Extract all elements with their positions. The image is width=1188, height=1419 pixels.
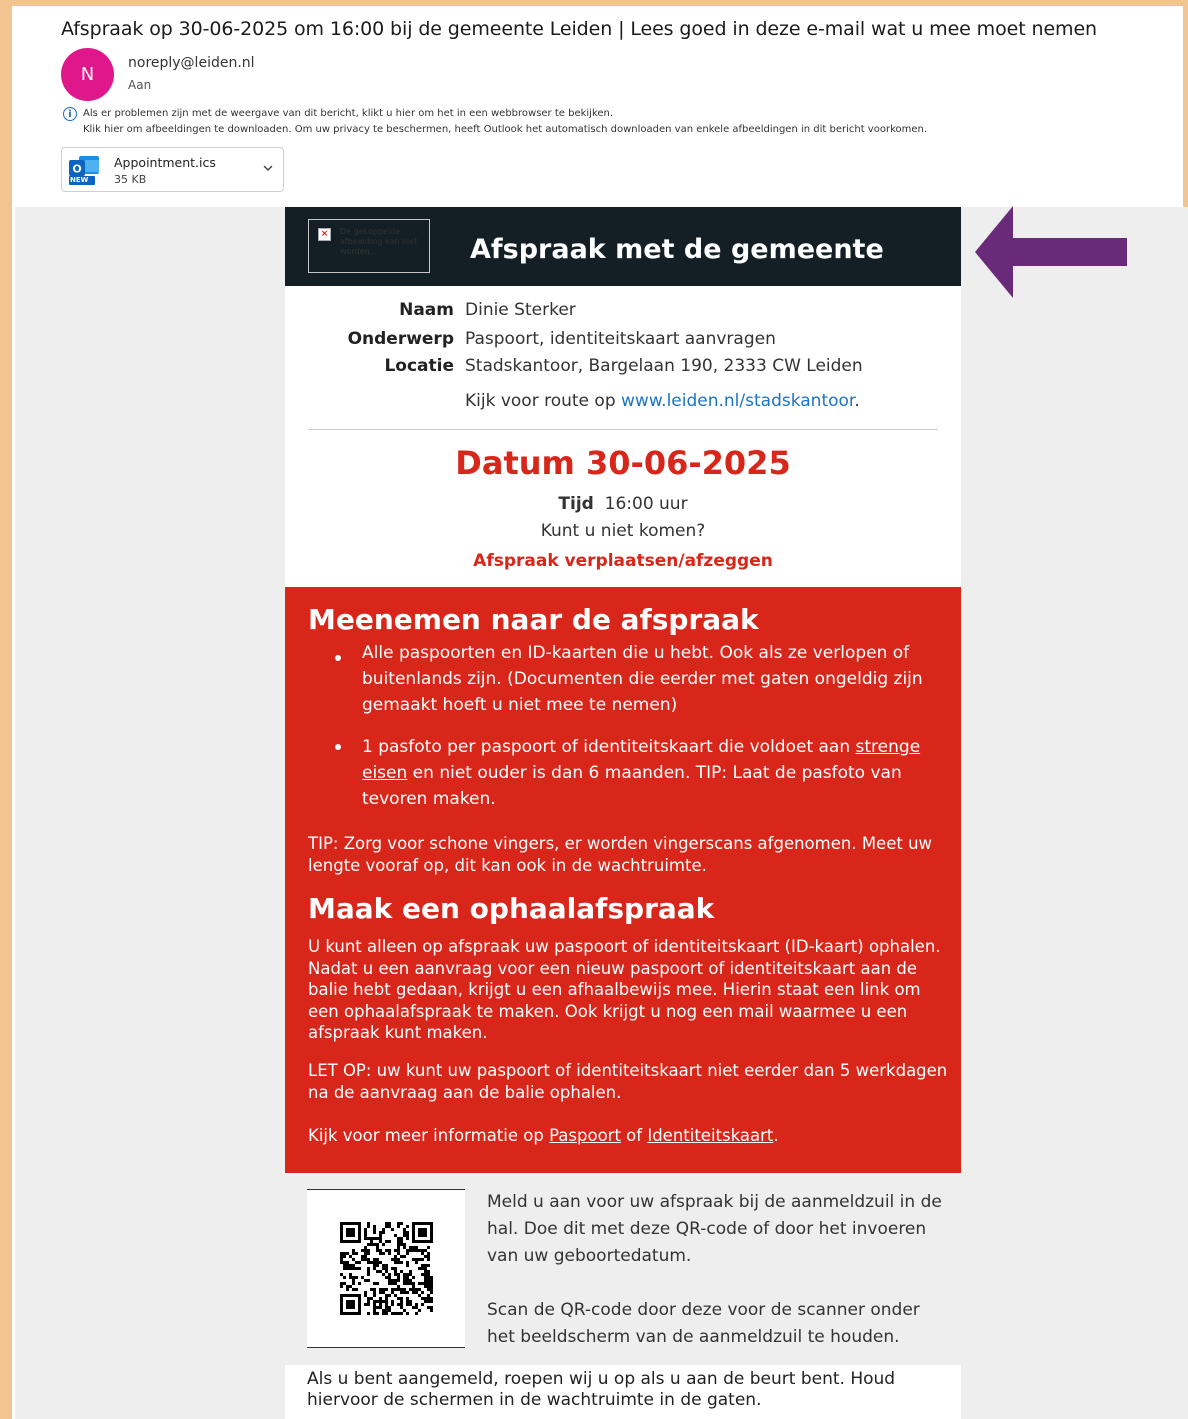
route-link[interactable]: www.leiden.nl/stadskantoor: [621, 391, 854, 411]
email-subject: Afspraak op 30-06-2025 om 16:00 bij de g…: [61, 18, 1097, 40]
paspoort-link[interactable]: Paspoort: [549, 1126, 621, 1145]
meenemen-heading: Meenemen naar de afspraak: [308, 603, 759, 636]
checkin-instructions: Meld u aan voor uw afspraak bij de aanme…: [487, 1192, 942, 1266]
bullet2-prefix: 1 pasfoto per paspoort of identiteitskaa…: [362, 737, 856, 757]
cannot-come-text: Kunt u niet komen?: [540, 521, 706, 541]
onderwerp-label: Onderwerp: [347, 329, 454, 349]
meer-info-paragraph: Kijk voor meer informatie op Paspoort of…: [308, 1125, 948, 1147]
broken-image-icon: ×: [318, 228, 331, 241]
attachment-size: 35 KB: [114, 173, 147, 186]
identiteitskaart-link[interactable]: Identiteitskaart: [647, 1126, 773, 1145]
bullet-dot: [335, 744, 341, 750]
naam-label: Naam: [399, 300, 454, 320]
route-suffix: .: [854, 391, 860, 411]
webbrowser-notice-link[interactable]: Als er problemen zijn met de weergave va…: [83, 108, 613, 119]
bullet-dot: [335, 655, 341, 661]
info-prefix: Kijk voor meer informatie op: [308, 1126, 550, 1145]
info-mid: of: [620, 1126, 648, 1145]
locatie-label: Locatie: [384, 356, 454, 376]
header-title: Afspraak met de gemeente: [470, 234, 884, 265]
new-badge: NEW: [70, 176, 89, 184]
qr-code-box: [307, 1189, 465, 1348]
frame-top-border: [0, 0, 1188, 6]
let-op-paragraph: LET OP: uw kunt uw paspoort of identitei…: [308, 1061, 948, 1102]
instructions-section: Meenemen naar de afspraak Alle paspoorte…: [285, 587, 961, 1173]
scan-instructions: Scan de QR-code door deze voor de scanne…: [487, 1300, 920, 1347]
route-prefix: Kijk voor route op: [465, 391, 622, 411]
route-line: Kijk voor route op www.leiden.nl/stadska…: [465, 391, 860, 411]
qr-code-icon: [340, 1222, 433, 1315]
frame-left-border: [0, 0, 12, 1419]
avatar[interactable]: N: [61, 48, 114, 101]
chevron-down-icon[interactable]: [262, 162, 274, 174]
to-label: Aan: [128, 78, 152, 92]
download-images-notice-link[interactable]: Klik hier om afbeeldingen te downloaden.…: [83, 124, 927, 135]
divider: [308, 429, 938, 430]
bullet-pasfoto: 1 pasfoto per paspoort of identiteitskaa…: [362, 734, 942, 812]
sender-address[interactable]: noreply@leiden.nl: [128, 55, 255, 71]
email-header-banner: × De gekoppelde afbeelding kan niet word…: [285, 207, 961, 286]
tip-text: TIP: Zorg voor schone vingers, er worden…: [308, 834, 933, 875]
bullet2-suffix: en niet ouder is dan 6 maanden. TIP: Laa…: [362, 763, 902, 809]
reschedule-cancel-link[interactable]: Afspraak verplaatsen/afzeggen: [285, 551, 961, 571]
ophaal-paragraph: U kunt alleen op afspraak uw paspoort of…: [308, 937, 941, 1042]
locatie-value: Stadskantoor, Bargelaan 190, 2333 CW Lei…: [465, 356, 863, 376]
svg-text:O: O: [72, 163, 81, 176]
appointment-date: Datum 30-06-2025: [455, 444, 791, 482]
broken-image-text: De gekoppelde afbeelding kan niet worden…: [340, 227, 418, 256]
bullet-documents: Alle paspoorten en ID-kaarten die u hebt…: [362, 643, 923, 715]
attachment-card[interactable]: O NEW Appointment.ics 35 KB: [61, 147, 284, 192]
info-icon: i: [63, 107, 77, 121]
broken-image-placeholder: × De gekoppelde afbeelding kan niet word…: [308, 219, 430, 273]
purple-arrow-annotation: [975, 206, 1127, 298]
tijd-value: 16:00 uur: [604, 494, 688, 514]
tijd-label: Tijd: [558, 494, 594, 514]
onderwerp-value: Paspoort, identiteitskaart aanvragen: [465, 329, 776, 349]
appointment-time: Tijd 16:00 uur: [285, 494, 961, 514]
attachment-name: Appointment.ics: [114, 155, 216, 170]
info-suffix: .: [773, 1126, 779, 1145]
naam-value: Dinie Sterker: [465, 300, 576, 320]
waiting-room-text: Als u bent aangemeld, roepen wij u op al…: [307, 1369, 896, 1410]
ophaal-heading: Maak een ophaalafspraak: [308, 892, 715, 925]
